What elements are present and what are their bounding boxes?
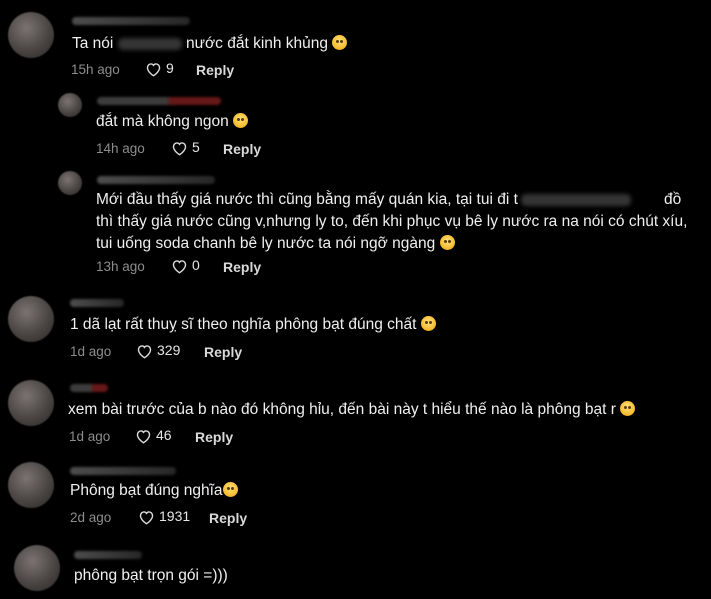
like-button[interactable]: 1931: [138, 508, 190, 525]
avatar[interactable]: [58, 171, 82, 195]
comment-text: Ta nói nước đắt kinh khủng: [72, 33, 348, 55]
username-blurred[interactable]: [74, 551, 142, 559]
reply-button[interactable]: Reply: [223, 141, 261, 157]
reply-button[interactable]: Reply: [209, 510, 247, 526]
heart-outline-icon: [172, 260, 187, 274]
heart-outline-icon: [146, 63, 161, 77]
reply-button[interactable]: Reply: [196, 62, 234, 78]
username-blurred[interactable]: [97, 97, 221, 105]
avatar[interactable]: [8, 462, 54, 508]
like-count: 0: [192, 257, 200, 273]
comment-text: đắt mà không ngon: [96, 111, 249, 133]
heart-outline-icon: [139, 511, 154, 525]
like-button[interactable]: 329: [136, 342, 180, 359]
redacted-text: [117, 37, 182, 50]
comment-text: xem bài trước của b nào đó không hỉu, đế…: [68, 399, 636, 421]
avatar[interactable]: [8, 12, 54, 58]
comment-time: 1d ago: [70, 344, 112, 359]
laughing-face-icon: [332, 35, 348, 50]
reply-button[interactable]: Reply: [223, 259, 261, 275]
heart-outline-icon: [137, 345, 152, 359]
like-count: 329: [157, 342, 181, 358]
laughing-face-icon: [439, 235, 455, 250]
like-count: 5: [192, 139, 200, 155]
like-button[interactable]: 9: [145, 60, 174, 77]
username-blurred[interactable]: [70, 467, 176, 475]
comment-text-line1: Mới đầu thấy giá nước thì cũng bằng mấy …: [96, 191, 682, 208]
comment-text: phông bạt trọn gói =))): [74, 567, 228, 584]
reply-button[interactable]: Reply: [195, 429, 233, 445]
avatar[interactable]: [8, 380, 54, 426]
comment-time: 14h ago: [96, 141, 145, 156]
comment-time: 1d ago: [69, 429, 111, 444]
comment-time: 2d ago: [70, 510, 112, 525]
comment-time: 13h ago: [96, 259, 145, 274]
username-blurred[interactable]: [70, 299, 124, 307]
username-blurred[interactable]: [70, 384, 108, 392]
comment-text: 1 dã lạt rất thuỵ sĩ theo nghĩa phông bạ…: [70, 314, 436, 336]
like-button[interactable]: 46: [135, 427, 172, 444]
avatar[interactable]: [14, 545, 60, 591]
username-blurred[interactable]: [72, 17, 190, 25]
laughing-face-icon: [620, 401, 636, 416]
redacted-text: [520, 193, 631, 206]
heart-outline-icon: [172, 142, 187, 156]
comment-text: Phông bạt đúng nghĩa: [70, 480, 238, 502]
like-count: 9: [166, 60, 174, 76]
laughing-face-icon: [222, 482, 238, 497]
avatar[interactable]: [58, 93, 82, 117]
username-blurred[interactable]: [97, 176, 215, 184]
reply-button[interactable]: Reply: [204, 344, 242, 360]
laughing-face-icon: [420, 316, 436, 331]
laughing-face-icon: [233, 113, 249, 128]
heart-outline-icon: [136, 430, 151, 444]
comment-text: thì thấy giá nước cũng v,nhưng ly to, đế…: [96, 213, 688, 252]
comment-time: 15h ago: [71, 62, 120, 77]
like-button[interactable]: 5: [171, 139, 200, 156]
like-count: 46: [156, 427, 172, 443]
like-button[interactable]: 0: [171, 257, 200, 274]
like-count: 1931: [159, 508, 191, 524]
avatar[interactable]: [8, 296, 54, 342]
